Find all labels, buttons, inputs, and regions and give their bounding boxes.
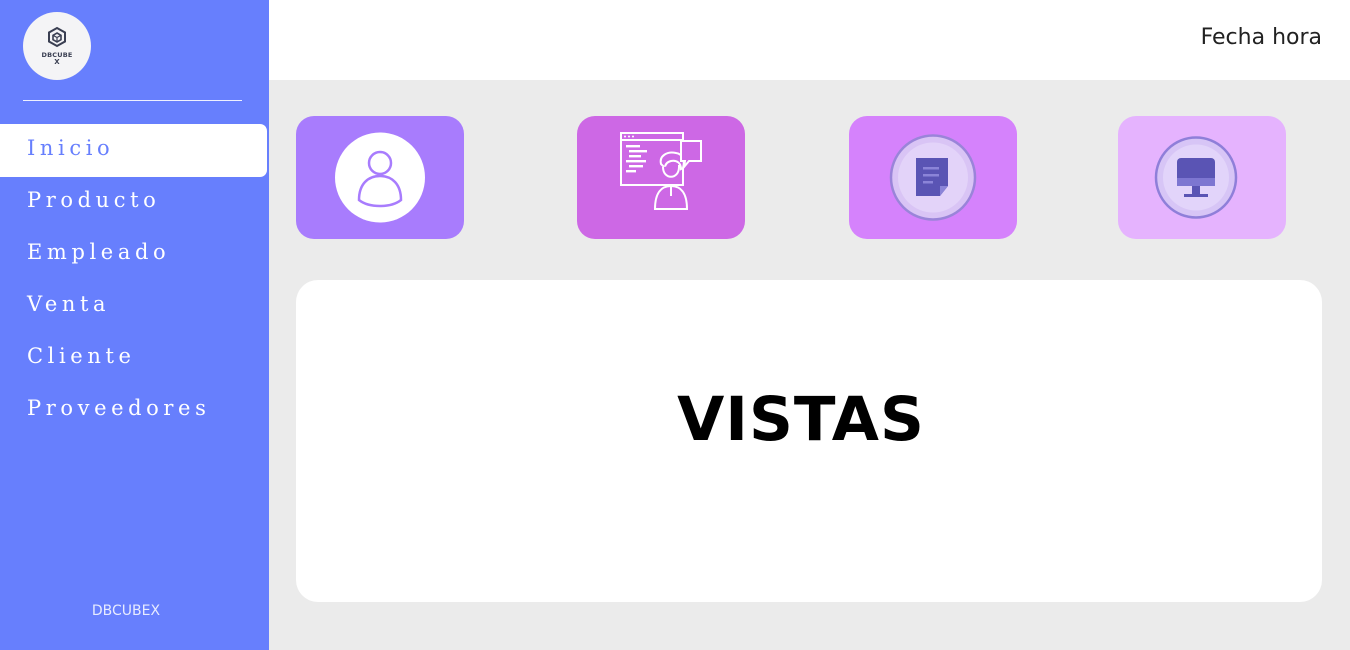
monitor-icon	[1154, 136, 1238, 219]
sidebar-item-proveedores[interactable]: Proveedores	[0, 384, 269, 437]
datetime-label: Fecha hora	[1200, 25, 1322, 50]
user-icon	[335, 132, 425, 223]
sidebar-nav: Inicio Producto Empleado Venta Cliente P…	[0, 124, 269, 436]
sidebar-divider	[23, 100, 242, 101]
sidebar-footer: DBCUBEX	[91, 603, 161, 619]
top-bar: Fecha hora	[269, 0, 1350, 80]
sidebar-item-producto[interactable]: Producto	[0, 176, 269, 229]
sidebar-item-empleado[interactable]: Empleado	[0, 228, 269, 281]
card-user[interactable]	[296, 116, 464, 239]
logo-subtext: X	[54, 58, 60, 66]
app-logo[interactable]: DBCUBE X	[23, 12, 91, 80]
developer-icon	[620, 132, 702, 210]
sidebar-item-inicio[interactable]: Inicio	[0, 124, 267, 177]
cube-logo-icon	[48, 26, 66, 48]
card-document[interactable]	[849, 116, 1017, 239]
main-panel: VISTAS	[296, 280, 1322, 602]
sidebar-item-venta[interactable]: Venta	[0, 280, 269, 333]
card-developer[interactable]	[577, 116, 745, 239]
page-title: VISTAS	[677, 384, 925, 455]
sidebar-item-cliente[interactable]: Cliente	[0, 332, 269, 385]
document-icon	[889, 134, 977, 221]
sidebar: DBCUBE X Inicio Producto Empleado Venta …	[0, 0, 269, 650]
card-monitor[interactable]	[1118, 116, 1286, 239]
